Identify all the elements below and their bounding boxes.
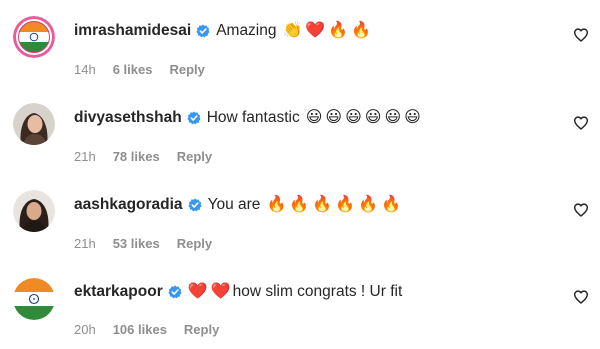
fire-emoji: 🔥 bbox=[312, 196, 333, 213]
smiley-emoji: 😃 bbox=[325, 109, 343, 126]
comment-text: How fantastic bbox=[206, 109, 300, 126]
heart-outline-icon[interactable] bbox=[573, 115, 589, 131]
reply-button[interactable]: Reply bbox=[184, 322, 219, 337]
emoji-group: ❤️ ❤️ bbox=[188, 283, 231, 301]
username[interactable]: ektarkapoor bbox=[74, 283, 163, 301]
username[interactable]: aashkagoradia bbox=[74, 196, 183, 214]
comment-meta: 21h 53 likes Reply bbox=[74, 234, 212, 252]
username[interactable]: imrashamidesai bbox=[74, 22, 191, 40]
comment-meta: 20h 106 likes Reply bbox=[74, 320, 219, 338]
fire-emoji: 🔥 bbox=[351, 22, 372, 39]
comment-text: how slim congrats ! Ur fit bbox=[232, 283, 403, 300]
avatar[interactable] bbox=[13, 278, 55, 320]
emoji-group: 👏 ❤️ 🔥 🔥 bbox=[283, 22, 372, 40]
avatar[interactable] bbox=[13, 190, 55, 232]
fire-emoji: 🔥 bbox=[381, 196, 401, 213]
likes-count[interactable]: 6 likes bbox=[113, 62, 153, 77]
comment-item: aashkagoradia You are 🔥 🔥 🔥 🔥 🔥 🔥 21h 53… bbox=[0, 175, 600, 262]
heart-outline-icon[interactable] bbox=[573, 27, 589, 43]
emoji-group: 😃 😃 😃 😃 😃 😃 bbox=[306, 109, 421, 127]
avatar[interactable] bbox=[13, 16, 55, 58]
reply-button[interactable]: Reply bbox=[169, 62, 204, 77]
reply-button[interactable]: Reply bbox=[177, 236, 212, 251]
smiley-emoji: 😃 bbox=[364, 109, 382, 126]
comment-item: divyasethshah How fantastic 😃 😃 😃 😃 😃 😃 … bbox=[0, 87, 600, 174]
timestamp: 21h bbox=[74, 235, 96, 251]
avatar[interactable] bbox=[13, 103, 55, 145]
verified-badge-icon bbox=[187, 198, 202, 212]
likes-count[interactable]: 78 likes bbox=[113, 149, 160, 164]
smiley-emoji: 😃 bbox=[345, 109, 362, 126]
timestamp: 14h bbox=[74, 61, 96, 77]
username[interactable]: divyasethshah bbox=[74, 109, 182, 127]
clapping-hands-emoji: 👏 bbox=[282, 22, 303, 39]
comment-line: divyasethshah How fantastic 😃 😃 😃 😃 😃 😃 bbox=[74, 106, 421, 130]
comment-line: imrashamidesai Amazing 👏 ❤️ 🔥 🔥 bbox=[74, 19, 371, 43]
fire-emoji: 🔥 bbox=[358, 196, 379, 213]
timestamp: 20h bbox=[74, 321, 96, 337]
likes-count[interactable]: 106 likes bbox=[113, 322, 167, 337]
fire-emoji: 🔥 bbox=[335, 196, 356, 213]
comment-line: ektarkapoor ❤️ ❤️ how slim congrats ! Ur… bbox=[74, 280, 402, 304]
fire-emoji: 🔥 bbox=[328, 22, 349, 39]
comment-meta: 14h 6 likes Reply bbox=[74, 60, 205, 78]
emoji-group: 🔥 🔥 🔥 🔥 🔥 🔥 bbox=[266, 196, 401, 214]
comment-text: You are bbox=[207, 196, 261, 213]
red-heart-emoji: ❤️ bbox=[187, 283, 208, 300]
heart-outline-icon[interactable] bbox=[573, 202, 589, 218]
comment-text: Amazing bbox=[216, 22, 277, 39]
comment-line: aashkagoradia You are 🔥 🔥 🔥 🔥 🔥 🔥 bbox=[74, 193, 401, 217]
comment-item: ektarkapoor ❤️ ❤️ how slim congrats ! Ur… bbox=[0, 262, 600, 349]
verified-badge-icon bbox=[187, 111, 201, 125]
heart-outline-icon[interactable] bbox=[573, 289, 589, 305]
likes-count[interactable]: 53 likes bbox=[113, 236, 160, 251]
smiley-emoji: 😃 bbox=[384, 109, 402, 126]
fire-emoji: 🔥 bbox=[289, 196, 310, 213]
red-heart-emoji: ❤️ bbox=[210, 283, 231, 300]
fire-emoji: 🔥 bbox=[266, 196, 287, 213]
smiley-emoji: 😃 bbox=[305, 109, 323, 126]
reply-button[interactable]: Reply bbox=[177, 149, 212, 164]
comment-meta: 21h 78 likes Reply bbox=[74, 147, 212, 165]
comment-item: imrashamidesai Amazing 👏 ❤️ 🔥 🔥 14h 6 li… bbox=[0, 0, 600, 87]
verified-badge-icon bbox=[196, 24, 210, 38]
smiley-emoji: 😃 bbox=[404, 109, 421, 126]
timestamp: 21h bbox=[74, 148, 96, 164]
verified-badge-icon bbox=[168, 285, 182, 299]
red-heart-emoji: ❤️ bbox=[305, 22, 326, 39]
